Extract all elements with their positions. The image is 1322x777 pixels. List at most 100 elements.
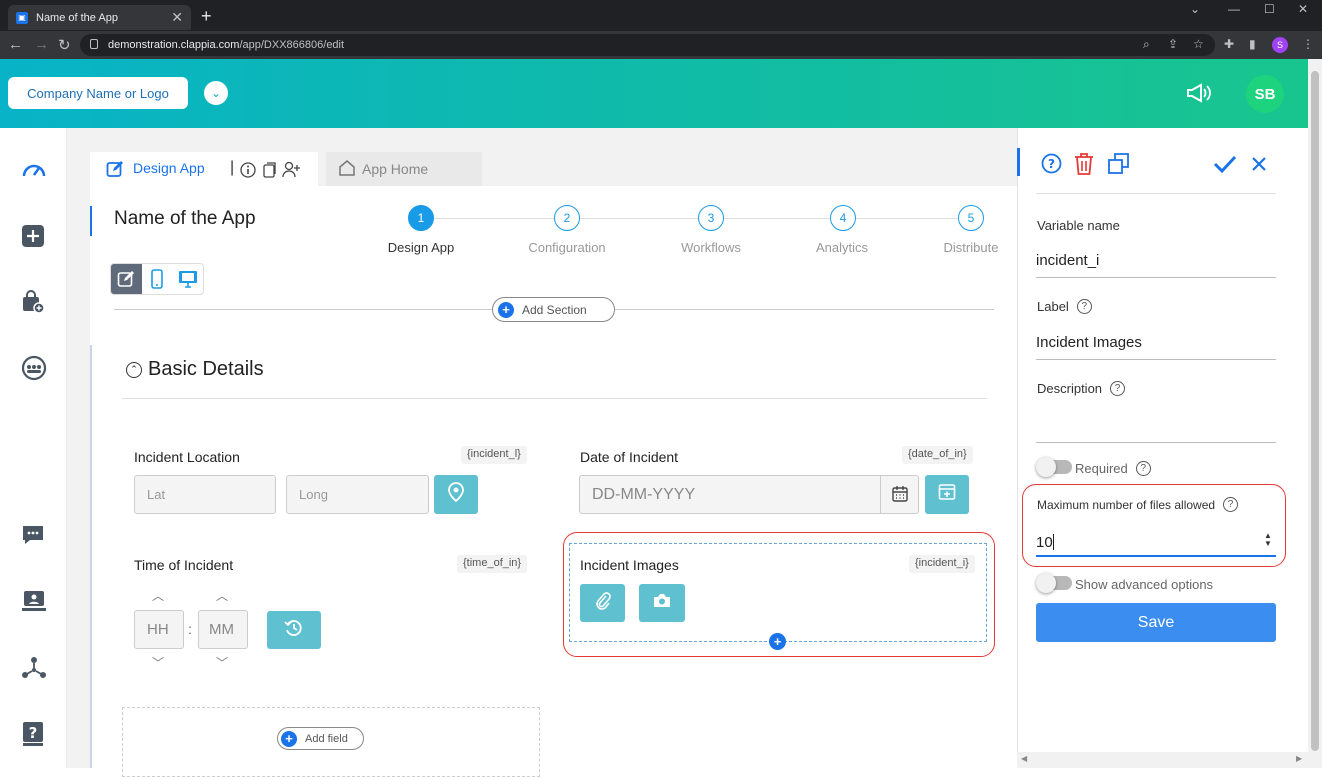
- info-icon[interactable]: [240, 162, 256, 183]
- minute-down-icon[interactable]: ﹀: [216, 654, 228, 671]
- scrollbar-thumb[interactable]: [1311, 71, 1319, 751]
- maximize-icon[interactable]: ☐: [1264, 2, 1275, 16]
- step-connector: [434, 218, 554, 219]
- hour-input[interactable]: HH: [134, 610, 184, 649]
- required-toggle[interactable]: [1036, 457, 1072, 477]
- required-label: Required ?: [1075, 461, 1151, 476]
- step-analytics[interactable]: 4: [830, 205, 856, 231]
- company-logo-button[interactable]: Company Name or Logo: [8, 77, 188, 109]
- panel-horizontal-scrollbar[interactable]: ◀ ▶: [1017, 752, 1308, 768]
- field-variable: {incident_i}: [909, 555, 975, 573]
- save-button[interactable]: Save: [1036, 603, 1276, 642]
- step-label[interactable]: Design App: [371, 240, 471, 255]
- browser-tab[interactable]: ▣ Name of the App ✕: [8, 5, 191, 30]
- add-user-icon[interactable]: [282, 161, 300, 183]
- step-distribute[interactable]: 5: [958, 205, 984, 231]
- team-icon[interactable]: [21, 355, 47, 386]
- add-app-icon[interactable]: [21, 224, 45, 253]
- date-input[interactable]: DD-MM-YYYY: [579, 475, 919, 514]
- location-pin-button[interactable]: [434, 475, 478, 514]
- time-picker-button[interactable]: [267, 611, 321, 649]
- side-panel-icon[interactable]: ▮: [1249, 37, 1256, 51]
- advanced-options-toggle[interactable]: [1036, 573, 1072, 593]
- share-icon[interactable]: ⇪: [1168, 37, 1178, 51]
- help-book-icon[interactable]: ?: [21, 721, 45, 752]
- step-connector: [580, 218, 698, 219]
- page-scrollbar[interactable]: [1308, 59, 1322, 768]
- required-help-icon[interactable]: ?: [1135, 461, 1151, 476]
- camera-button[interactable]: [639, 584, 685, 622]
- tab-design-app[interactable]: Design App |: [90, 152, 318, 186]
- description-help-icon[interactable]: ?: [1110, 381, 1126, 396]
- step-label[interactable]: Configuration: [517, 240, 617, 255]
- shopping-bag-icon[interactable]: [21, 290, 45, 319]
- minute-up-icon[interactable]: ︿: [216, 587, 228, 604]
- add-below-icon[interactable]: +: [769, 633, 786, 650]
- tab-app-home[interactable]: App Home: [326, 152, 482, 186]
- app-switcher-chevron-icon[interactable]: ⌄: [204, 81, 228, 105]
- extensions-icon[interactable]: ✚: [1224, 37, 1234, 51]
- close-panel-icon[interactable]: [1251, 156, 1267, 177]
- minute-input[interactable]: MM: [198, 610, 248, 649]
- confirm-check-icon[interactable]: [1213, 155, 1237, 178]
- longitude-input[interactable]: Long: [286, 475, 429, 514]
- attach-file-button[interactable]: [580, 584, 625, 622]
- chat-icon[interactable]: [21, 524, 45, 551]
- close-tab-icon[interactable]: ✕: [171, 9, 183, 26]
- browser-menu-icon[interactable]: ⋮: [1302, 37, 1314, 51]
- url-field[interactable]: demonstration.clappia.com /app/DXX866806…: [80, 34, 1215, 56]
- number-spinner-icon[interactable]: ▲ ▼: [1264, 532, 1272, 548]
- step-label[interactable]: Workflows: [661, 240, 761, 255]
- presentation-icon[interactable]: [21, 590, 47, 617]
- step-label[interactable]: Distribute: [921, 240, 1021, 255]
- step-configuration[interactable]: 2: [554, 205, 580, 231]
- max-files-input[interactable]: 10: [1036, 529, 1276, 557]
- profile-avatar[interactable]: S: [1272, 37, 1288, 53]
- label-help-icon[interactable]: ?: [1076, 299, 1092, 314]
- field-label: Time of Incident: [134, 557, 234, 573]
- latitude-input[interactable]: Lat: [134, 475, 276, 514]
- edit-view-icon[interactable]: [111, 264, 142, 294]
- add-section-button[interactable]: + Add Section: [492, 297, 615, 322]
- step-design-app[interactable]: 1: [408, 205, 434, 231]
- reload-icon[interactable]: ↻: [58, 36, 71, 54]
- bookmark-star-icon[interactable]: ☆: [1193, 37, 1204, 51]
- new-tab-icon[interactable]: +: [201, 6, 212, 27]
- zoom-icon[interactable]: ⌕: [1143, 37, 1150, 52]
- date-picker-button[interactable]: [925, 475, 969, 514]
- variable-name-input[interactable]: incident_i: [1036, 252, 1276, 278]
- app-favicon-icon: ▣: [16, 11, 28, 24]
- date-divider: [880, 476, 881, 513]
- user-avatar[interactable]: SB: [1246, 75, 1284, 113]
- hour-down-icon[interactable]: ﹀: [152, 654, 164, 671]
- mobile-view-icon[interactable]: [142, 264, 173, 294]
- dashboard-gauge-icon[interactable]: [21, 158, 47, 185]
- max-files-help-icon[interactable]: ?: [1223, 497, 1239, 512]
- step-label[interactable]: Analytics: [792, 240, 892, 255]
- hour-up-icon[interactable]: ︿: [152, 587, 164, 604]
- svg-text:?: ?: [29, 724, 38, 742]
- minimize-icon[interactable]: —: [1228, 2, 1240, 16]
- scroll-left-icon: ◀: [1021, 754, 1028, 763]
- megaphone-icon[interactable]: [1186, 83, 1212, 108]
- section-header[interactable]: ⌃ Basic Details: [126, 358, 264, 381]
- collapse-chevron-icon[interactable]: ⌃: [126, 361, 142, 378]
- add-field-button[interactable]: + Add field: [277, 727, 364, 750]
- app-title[interactable]: Name of the App: [114, 208, 256, 230]
- label-input[interactable]: Incident Images: [1036, 334, 1276, 360]
- workflow-icon[interactable]: [21, 656, 47, 685]
- required-label-text: Required: [1075, 461, 1128, 476]
- description-input[interactable]: [1036, 418, 1276, 443]
- step-workflows[interactable]: 3: [698, 205, 724, 231]
- back-icon[interactable]: ←: [8, 36, 23, 53]
- chevron-down-icon[interactable]: ⌄: [1190, 2, 1200, 16]
- tab-divider: |: [230, 159, 235, 176]
- delete-icon[interactable]: [1074, 153, 1094, 180]
- help-icon[interactable]: ?: [1041, 153, 1062, 179]
- duplicate-icon[interactable]: [1108, 153, 1130, 180]
- forward-icon[interactable]: →: [34, 36, 49, 53]
- calendar-icon[interactable]: [891, 485, 909, 508]
- copy-icon[interactable]: [262, 162, 277, 183]
- close-window-icon[interactable]: ✕: [1298, 2, 1308, 16]
- desktop-view-icon[interactable]: [172, 264, 203, 294]
